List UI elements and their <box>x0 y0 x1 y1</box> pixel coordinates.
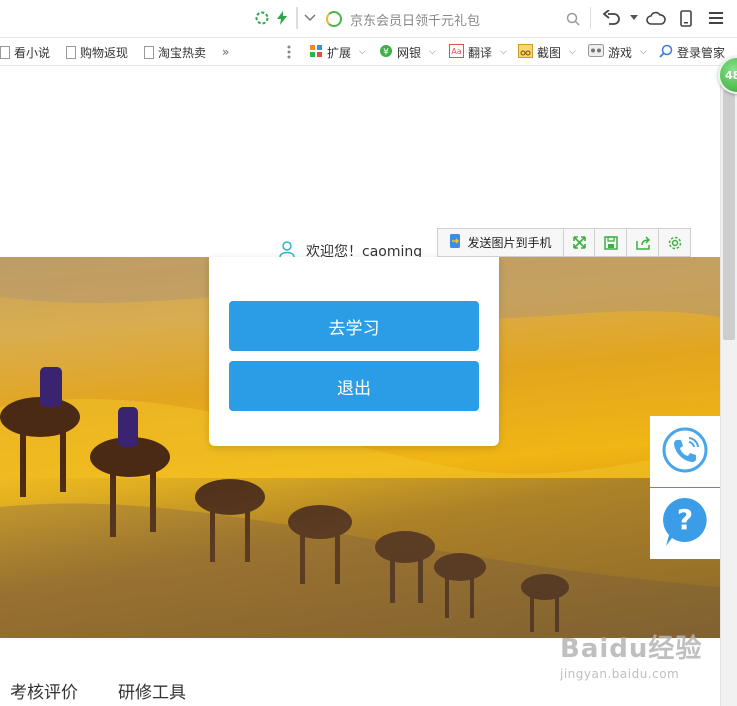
chevron-down-icon: ⌵ <box>569 47 576 57</box>
sand-shadow <box>0 478 720 638</box>
bookmark-label: 购物返现 <box>80 45 129 60</box>
nav-item-tools[interactable]: 研修工具 <box>118 678 186 703</box>
save-icon[interactable] <box>595 229 627 256</box>
share-icon[interactable] <box>627 229 659 256</box>
help-button[interactable]: ? <box>650 488 720 559</box>
image-toolbar: 发送图片到手机 <box>437 228 691 257</box>
svg-text:?: ? <box>677 503 693 536</box>
puzzle-icon <box>309 44 323 61</box>
separator <box>296 7 298 29</box>
scrollbar-thumb[interactable] <box>723 90 735 340</box>
svg-text:Aa: Aa <box>451 47 461 56</box>
page-icon <box>66 45 76 59</box>
bookmark-label: 看小说 <box>14 45 51 60</box>
extension-label: 网银 <box>397 45 422 60</box>
key-icon <box>659 44 673 61</box>
baidu-watermark: Baidu经验 jingyan.baidu.com <box>560 628 702 681</box>
lightning-icon[interactable] <box>272 8 292 28</box>
undo-icon[interactable] <box>602 8 622 28</box>
browser-toolbar: 京东会员日领千元礼包 <box>0 0 737 38</box>
phone-send-icon <box>449 233 462 252</box>
extension-label: 截图 <box>537 45 562 60</box>
search-icon[interactable] <box>566 11 580 30</box>
send-to-phone-button[interactable]: 发送图片到手机 <box>438 229 564 256</box>
chevron-down-icon: ⌵ <box>429 47 436 57</box>
expand-icon[interactable] <box>564 229 595 256</box>
extension-label: 登录管家 <box>677 45 726 60</box>
extension-label: 翻译 <box>468 45 493 60</box>
cloud-icon[interactable] <box>645 8 667 28</box>
bookmark-item[interactable]: 购物返现 <box>66 42 128 62</box>
send-to-phone-label: 发送图片到手机 <box>467 236 552 250</box>
extension-item[interactable]: 截图 ⌵ <box>518 42 576 62</box>
chevron-down-icon: ⌵ <box>500 47 507 57</box>
bookmarks-bar: 看小说 购物返现 淘宝热卖 » 扩展 ⌵ ¥ 网银 ⌵ Aa 翻译 ⌵ 截图 ⌵… <box>0 38 737 66</box>
page-icon <box>0 45 10 59</box>
svg-text:¥: ¥ <box>383 47 389 57</box>
logout-button[interactable]: 退出 <box>229 361 479 411</box>
gear-icon[interactable] <box>659 229 690 256</box>
mobile-icon[interactable] <box>676 8 696 28</box>
phone-icon <box>661 426 709 478</box>
scissors-icon <box>518 43 533 61</box>
user-panel: 去学习 退出 <box>209 257 499 446</box>
bookmark-label: 淘宝热卖 <box>158 45 207 60</box>
address-bar[interactable]: 京东会员日领千元礼包 <box>326 6 586 32</box>
watermark-url: jingyan.baidu.com <box>560 667 680 681</box>
chevron-down-icon: ⌵ <box>359 47 366 57</box>
bookmark-item[interactable]: 看小说 <box>0 42 50 62</box>
bank-icon: ¥ <box>379 44 393 61</box>
phone-call-button[interactable] <box>650 416 720 487</box>
extension-item[interactable]: 扩展 ⌵ <box>309 42 366 62</box>
study-button[interactable]: 去学习 <box>229 301 479 351</box>
extension-label: 游戏 <box>608 45 633 60</box>
speedup-icon[interactable] <box>252 8 272 28</box>
translate-icon: Aa <box>449 43 464 61</box>
extension-item[interactable]: 登录管家 <box>659 42 725 62</box>
chevron-down-icon[interactable] <box>300 8 320 28</box>
bookmark-item[interactable]: 淘宝热卖 <box>144 42 206 62</box>
page-icon <box>144 45 154 59</box>
more-bookmarks-button[interactable]: » <box>222 42 229 62</box>
more-options-icon[interactable] <box>287 42 291 62</box>
watermark-brand: Baidu经验 <box>560 634 703 664</box>
extension-item[interactable]: Aa 翻译 ⌵ <box>449 42 507 62</box>
address-input[interactable]: 京东会员日领千元礼包 <box>350 10 480 29</box>
extension-item[interactable]: 游戏 ⌵ <box>588 42 647 62</box>
separator <box>590 7 591 29</box>
chevron-down-icon: ⌵ <box>640 47 647 57</box>
question-icon: ? <box>660 496 710 552</box>
extension-item[interactable]: ¥ 网银 ⌵ <box>379 42 436 62</box>
search-engine-icon <box>326 11 342 27</box>
gamepad-icon <box>588 44 604 60</box>
menu-icon[interactable] <box>706 8 726 28</box>
chevron-down-icon[interactable] <box>624 8 644 28</box>
extension-label: 扩展 <box>327 45 352 60</box>
nav-item-assessment[interactable]: 考核评价 <box>10 678 78 703</box>
